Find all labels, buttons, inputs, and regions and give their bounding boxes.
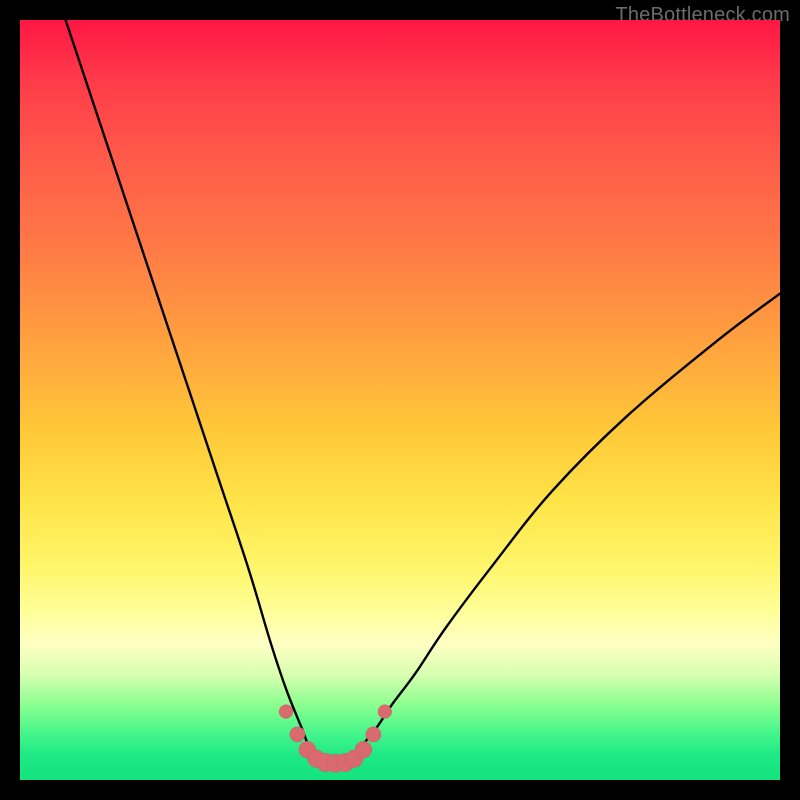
curve-layer — [20, 20, 780, 780]
trough-marker — [290, 727, 305, 742]
chart-stage: TheBottleneck.com — [0, 0, 800, 800]
trough-marker — [279, 705, 293, 719]
trough-marker — [378, 705, 392, 719]
trough-marker — [366, 727, 381, 742]
bottleneck-curve — [66, 20, 780, 762]
gradient-plot-area — [20, 20, 780, 780]
trough-marker — [355, 741, 372, 758]
